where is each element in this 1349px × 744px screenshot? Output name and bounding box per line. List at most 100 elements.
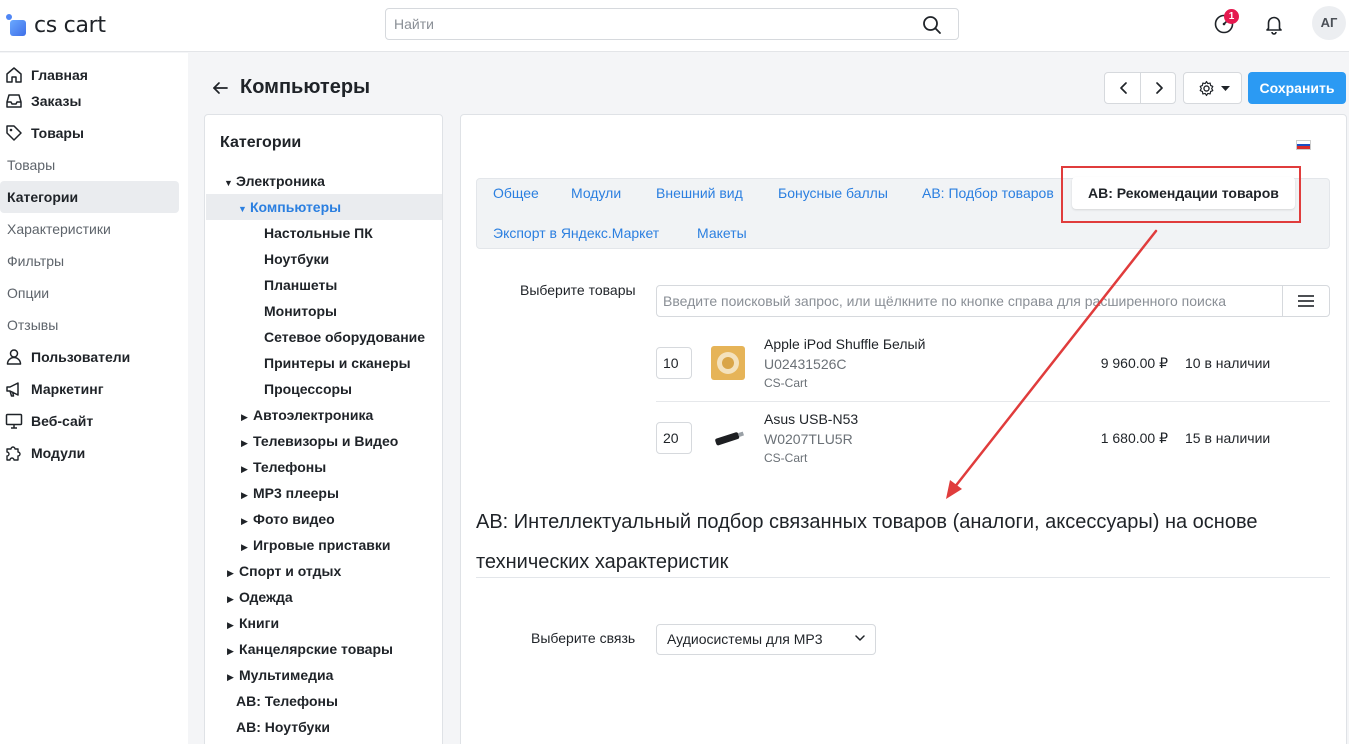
tree-item[interactable]: ▶ Мультимедиа xyxy=(227,662,333,688)
sidebar-subitem-categories[interactable]: Категории xyxy=(0,181,179,213)
sidebar-subitem-filters[interactable]: Фильтры xyxy=(0,248,64,274)
tab-addons[interactable]: Модули xyxy=(571,185,621,201)
sidebar-item-products[interactable]: Товары xyxy=(0,120,84,146)
tab-yandex-market-export[interactable]: Экспорт в Яндекс.Маркет xyxy=(493,225,659,241)
user-avatar[interactable]: АГ xyxy=(1312,6,1346,40)
sidebar-subitem-reviews[interactable]: Отзывы xyxy=(0,312,58,338)
sidebar-subitem-products[interactable]: Товары xyxy=(0,152,55,178)
product-name[interactable]: Apple iPod Shuffle Белый xyxy=(764,336,925,352)
caret-down-icon: ▼ xyxy=(224,178,233,188)
tree-item-current[interactable]: ▼ Компьютеры xyxy=(238,194,341,220)
sidebar-item-label: Главная xyxy=(31,67,88,83)
back-arrow-icon[interactable] xyxy=(211,79,229,97)
usb-adapter-image xyxy=(715,431,744,446)
sidebar-item-orders[interactable]: Заказы xyxy=(0,88,81,114)
annotation-highlight-box xyxy=(1061,166,1301,223)
user-icon xyxy=(6,349,22,365)
sidebar-subitem-features[interactable]: Характеристики xyxy=(0,216,111,242)
cs-cart-logo[interactable]: cs cart xyxy=(6,12,106,38)
prev-next-group xyxy=(1104,72,1176,104)
tree-item[interactable]: Мониторы xyxy=(264,298,337,324)
global-search xyxy=(385,8,959,40)
relation-field-label: Выберите связь xyxy=(531,630,636,646)
product-vendor: CS-Cart xyxy=(764,451,808,465)
caret-right-icon: ▶ xyxy=(241,438,248,448)
advanced-search-button[interactable] xyxy=(1282,286,1329,316)
tree-item[interactable]: ▶ Фото видео xyxy=(241,506,335,532)
quantity-input[interactable]: 20 xyxy=(656,422,692,454)
sidebar: Главная Заказы Товары Товары Категории Х… xyxy=(0,53,188,744)
categories-panel: Категории ▼ Электроника ▼ Компьютеры Насто… xyxy=(204,114,443,744)
caret-right-icon: ▶ xyxy=(241,542,248,552)
hamburger-menu-icon xyxy=(1298,295,1314,307)
top-bar: cs cart 1 АГ xyxy=(0,0,1349,52)
tab-reward-points[interactable]: Бонусные баллы xyxy=(778,185,888,201)
tree-item[interactable]: ▼ Электроника xyxy=(224,168,325,194)
settings-dropdown-button[interactable] xyxy=(1183,72,1242,104)
relation-select[interactable]: Аудиосистемы для MP3 xyxy=(656,624,876,655)
home-icon xyxy=(6,67,22,83)
tab-layouts[interactable]: Макеты xyxy=(697,225,747,241)
products-field-label: Выберите товары xyxy=(520,282,636,298)
tree-item[interactable]: ▶ Игровые приставки xyxy=(241,532,391,558)
caret-right-icon: ▶ xyxy=(241,464,248,474)
sidebar-item-label: Веб-сайт xyxy=(31,413,94,429)
tab-ab-product-selection[interactable]: AB: Подбор товаров xyxy=(922,185,1054,201)
tab-appearance[interactable]: Внешний вид xyxy=(656,185,743,201)
tree-item[interactable]: AB: Ноутбуки xyxy=(236,714,330,740)
tree-item[interactable]: Принтеры и сканеры xyxy=(264,350,411,376)
chevron-left-icon[interactable] xyxy=(1117,81,1131,95)
tree-item[interactable]: ▶ Одежда xyxy=(227,584,293,610)
russian-flag-icon[interactable] xyxy=(1296,140,1311,150)
search-icon[interactable] xyxy=(922,15,942,35)
tree-item[interactable]: ▶ Телевизоры и Видео xyxy=(241,428,398,454)
product-stock: 10 в наличии xyxy=(1185,355,1271,371)
tree-item[interactable]: ▶ Автоэлектроника xyxy=(241,402,373,428)
product-sku: W0207TLU5R xyxy=(764,431,853,447)
inbox-icon xyxy=(6,94,22,108)
product-search-input[interactable] xyxy=(657,286,1277,316)
product-price: 1 680.00 ₽ xyxy=(1100,430,1168,446)
gear-icon xyxy=(1199,80,1214,97)
caret-right-icon: ▶ xyxy=(241,490,248,500)
tree-item[interactable]: ▶ Канцелярские товары xyxy=(227,636,393,662)
sidebar-item-home[interactable]: Главная xyxy=(0,62,88,88)
caret-down-icon: ▼ xyxy=(238,204,247,214)
tag-icon xyxy=(6,125,22,141)
monitor-icon xyxy=(5,413,23,429)
tree-item[interactable]: ▶ MP3 плееры xyxy=(241,480,339,506)
tree-item[interactable]: Сетевое оборудование xyxy=(264,324,425,350)
tree-item[interactable]: ▶ Книги xyxy=(227,610,279,636)
caret-right-icon: ▶ xyxy=(227,568,234,578)
tree-item[interactable]: Процессоры xyxy=(264,376,352,402)
product-name[interactable]: Asus USB-N53 xyxy=(764,411,858,427)
tree-item[interactable]: AB: Телефоны xyxy=(236,688,338,714)
tree-item[interactable]: Ноутбуки xyxy=(264,246,329,272)
caret-right-icon: ▶ xyxy=(227,620,234,630)
product-stock: 15 в наличии xyxy=(1185,430,1271,446)
logo-mark-icon xyxy=(6,14,28,36)
tree-item[interactable]: ▶ Телефоны xyxy=(241,454,326,480)
search-input[interactable] xyxy=(386,9,906,39)
sidebar-item-addons[interactable]: Модули xyxy=(0,440,85,466)
tree-item[interactable]: ▶ Спорт и отдых xyxy=(227,558,341,584)
sidebar-item-website[interactable]: Веб-сайт xyxy=(0,408,93,434)
bell-icon[interactable] xyxy=(1263,13,1285,35)
save-button[interactable]: Сохранить xyxy=(1248,72,1346,104)
product-vendor: CS-Cart xyxy=(764,376,808,390)
sidebar-item-label: Модули xyxy=(31,445,86,461)
row-divider xyxy=(656,401,1330,402)
sidebar-item-marketing[interactable]: Маркетинг xyxy=(0,376,104,402)
tree-item[interactable]: Настольные ПК xyxy=(264,220,373,246)
sidebar-subitem-options[interactable]: Опции xyxy=(0,280,49,306)
quantity-input[interactable]: 10 xyxy=(656,347,692,379)
relation-select-value: Аудиосистемы для MP3 xyxy=(667,631,823,647)
product-sku: U02431526C xyxy=(764,356,847,372)
page-title: Компьютеры xyxy=(240,76,371,98)
megaphone-icon xyxy=(6,382,19,397)
tree-item[interactable]: Планшеты xyxy=(264,272,337,298)
tab-general[interactable]: Общее xyxy=(493,185,539,201)
sidebar-item-customers[interactable]: Пользователи xyxy=(0,344,130,370)
section-divider xyxy=(476,577,1330,578)
chevron-right-icon[interactable] xyxy=(1152,81,1166,95)
